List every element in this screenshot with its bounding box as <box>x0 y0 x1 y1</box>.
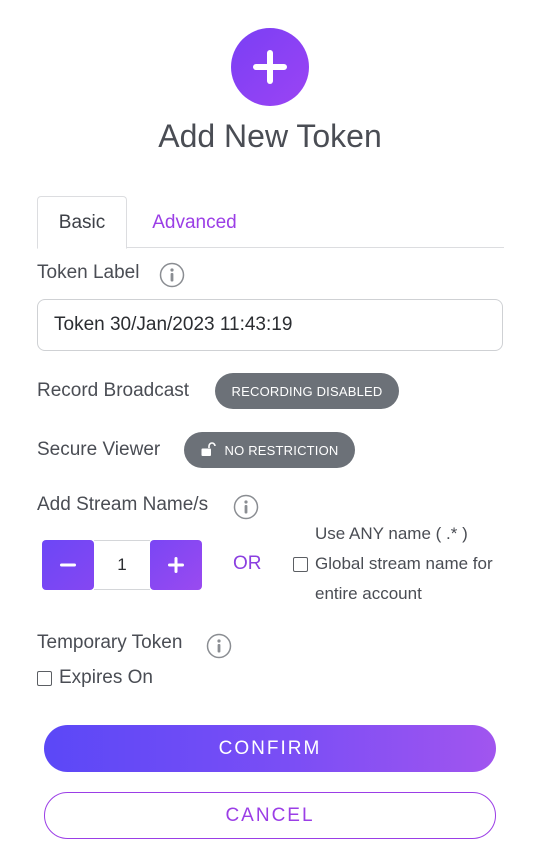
plus-icon <box>168 557 184 573</box>
global-stream-option: Global stream name for <box>293 554 493 574</box>
expires-option: Expires On <box>37 667 153 689</box>
cancel-button[interactable]: CANCEL <box>44 792 496 839</box>
tab-advanced[interactable]: Advanced <box>137 196 252 249</box>
confirm-button[interactable]: CONFIRM <box>44 725 496 772</box>
or-divider: OR <box>233 553 262 574</box>
token-label-heading: Token Label <box>37 262 140 283</box>
unlock-icon <box>201 442 217 456</box>
page-title: Add New Token <box>158 118 382 154</box>
global-stream-label-cont: entire account <box>315 584 422 603</box>
tab-basic[interactable]: Basic <box>37 196 127 249</box>
stream-names-label: Add Stream Name/s <box>37 494 209 515</box>
expires-label: Expires On <box>59 667 153 688</box>
record-broadcast-label: Record Broadcast <box>37 380 190 401</box>
stream-count-value[interactable]: 1 <box>94 540 150 590</box>
secure-viewer-status: NO RESTRICTION <box>224 442 339 458</box>
minus-icon <box>60 563 76 567</box>
secure-viewer-label: Secure Viewer <box>37 439 161 460</box>
temporary-token-label: Temporary Token <box>37 632 183 653</box>
global-stream-checkbox[interactable] <box>293 556 308 572</box>
recording-toggle[interactable]: RECORDING DISABLED <box>215 373 399 409</box>
token-label-input[interactable] <box>37 299 503 351</box>
add-token-icon <box>231 28 309 106</box>
expires-checkbox[interactable] <box>37 670 52 686</box>
plus-icon <box>253 50 287 84</box>
stream-count-stepper: 1 <box>42 540 202 590</box>
any-name-label: Use ANY name ( .* ) <box>315 524 468 543</box>
global-stream-label: Global stream name for <box>315 554 493 573</box>
secure-viewer-toggle[interactable]: NO RESTRICTION <box>184 432 355 468</box>
info-icon[interactable] <box>233 494 259 520</box>
info-icon[interactable] <box>206 633 232 659</box>
decrement-button[interactable] <box>42 540 94 590</box>
increment-button[interactable] <box>150 540 202 590</box>
tab-bar: Basic Advanced <box>37 196 504 249</box>
info-icon[interactable] <box>159 262 185 288</box>
